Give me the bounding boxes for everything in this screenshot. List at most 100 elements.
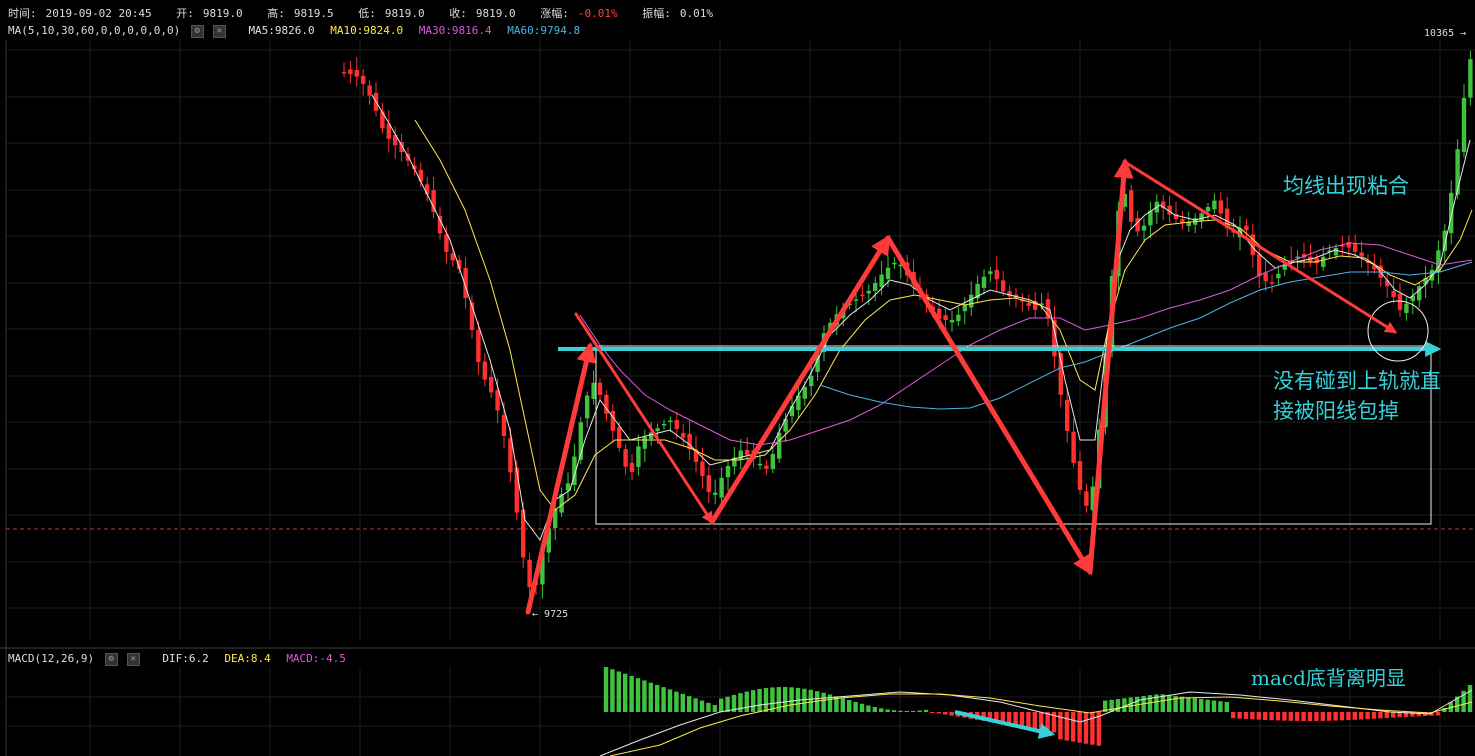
red-trend-arrow (709, 234, 891, 525)
candle-body (623, 449, 628, 467)
candle-body (700, 461, 705, 476)
candle-body (1269, 282, 1275, 284)
macd-bar (1039, 712, 1044, 731)
macd-bar (1263, 712, 1268, 720)
quote-header: 时间: 2019-09-02 20:45 开: 9819.0 高: 9819.5 低:… (8, 5, 731, 21)
macd-bar (757, 688, 762, 712)
candle-body (1071, 431, 1076, 463)
candle-body (1397, 293, 1403, 310)
candle-body (425, 184, 430, 195)
macd-bar (904, 710, 909, 712)
macd-bar (1032, 712, 1037, 730)
candle-body (853, 299, 859, 301)
close-icon[interactable]: ✕ (212, 24, 226, 38)
candle-body (885, 267, 891, 279)
candle-body (1461, 98, 1467, 153)
low-value: 9819.0 (384, 7, 425, 20)
candle-body (597, 382, 603, 395)
macd-bar (1327, 712, 1332, 721)
candle-body (585, 395, 590, 419)
candle-body (764, 465, 769, 469)
candle-body (476, 329, 481, 362)
macd-bar (693, 698, 698, 712)
macd-bar (879, 708, 884, 712)
macd-bar (936, 712, 941, 714)
candle-body (777, 432, 782, 459)
macd-bar (1320, 712, 1325, 721)
candle-body (1001, 280, 1006, 292)
candle-body (610, 411, 615, 431)
macd-bar (923, 709, 929, 712)
macd-bar (680, 693, 685, 712)
macd-bar (1045, 712, 1050, 732)
candle-body (348, 69, 353, 75)
candle-body (655, 428, 660, 432)
ma-indicator-bar: MA(5,10,30,60,0,0,0,0,0,0) ⚙ ✕ MA5:9826.0… (8, 24, 589, 38)
candle-body (1186, 222, 1191, 227)
candle-body (949, 320, 955, 323)
low-price-marker: ← 9725 (532, 609, 569, 620)
gear-icon[interactable]: ⚙ (104, 652, 118, 666)
macd-bar (1218, 701, 1223, 712)
candle-body (1129, 190, 1134, 222)
low-price-label: 9725 (544, 609, 569, 620)
candle-body (482, 361, 487, 380)
ma60-value: MA60:9794.8 (507, 24, 581, 37)
candle-body (380, 111, 385, 128)
macd-bar (1339, 712, 1345, 721)
macd-bar (610, 669, 615, 712)
candle-body (809, 376, 814, 387)
candle-body (1353, 243, 1358, 252)
candle-body (1077, 461, 1083, 490)
macd-bar (847, 700, 852, 712)
macd-bar (751, 690, 756, 712)
macd-bar (853, 701, 858, 712)
note-line-2: 接被阳线包掉 (1273, 399, 1399, 423)
candle-body (860, 294, 865, 297)
candle-body (1263, 272, 1268, 282)
macd-bar (661, 687, 666, 712)
candle-body (1257, 254, 1262, 276)
candle-body (725, 466, 731, 478)
macd-bar (866, 705, 871, 712)
dea-value: DEA:8.4 (224, 652, 271, 665)
candle-body (757, 463, 763, 466)
candle-body (1442, 230, 1447, 251)
candle-body (1404, 303, 1409, 313)
candle-body (1449, 192, 1454, 234)
macd-bar (1243, 712, 1249, 719)
macd-bar (744, 691, 749, 712)
close-value: 9819.0 (475, 7, 516, 20)
candle-body (1218, 200, 1223, 214)
macd-bar (1186, 697, 1191, 712)
macd-bar (1269, 712, 1274, 721)
candle-body (636, 446, 641, 468)
candlestick-chart[interactable] (0, 0, 1475, 756)
close-icon[interactable]: ✕ (126, 652, 140, 666)
macd-bar (1391, 712, 1396, 718)
candle-body (956, 314, 961, 322)
candle-body (1276, 273, 1281, 279)
macd-title: MACD(12,26,9) (8, 652, 95, 665)
time-value: 2019-09-02 20:45 (45, 7, 152, 20)
candle-body (962, 304, 967, 312)
candle-body (514, 467, 519, 513)
candle-body (1212, 200, 1217, 210)
macd-divergence-annotation: macd底背离明显 (1251, 666, 1406, 690)
candles-layer (341, 50, 1473, 601)
gear-icon[interactable]: ⚙ (190, 24, 204, 38)
macd-bar (1295, 712, 1300, 721)
ma5-value: MA5:9826.0 (248, 24, 315, 37)
macd-bar (1365, 712, 1370, 720)
candle-body (994, 269, 999, 280)
macd-bar (1090, 712, 1095, 745)
candle-body (1065, 399, 1070, 431)
macd-bar (1359, 712, 1364, 720)
candle-body (565, 483, 571, 491)
candle-body (1135, 217, 1140, 232)
macd-bar (725, 696, 730, 712)
macd-bar (719, 698, 724, 712)
candle-body (943, 315, 948, 320)
candle-body (661, 424, 667, 426)
candle-body (873, 283, 878, 291)
